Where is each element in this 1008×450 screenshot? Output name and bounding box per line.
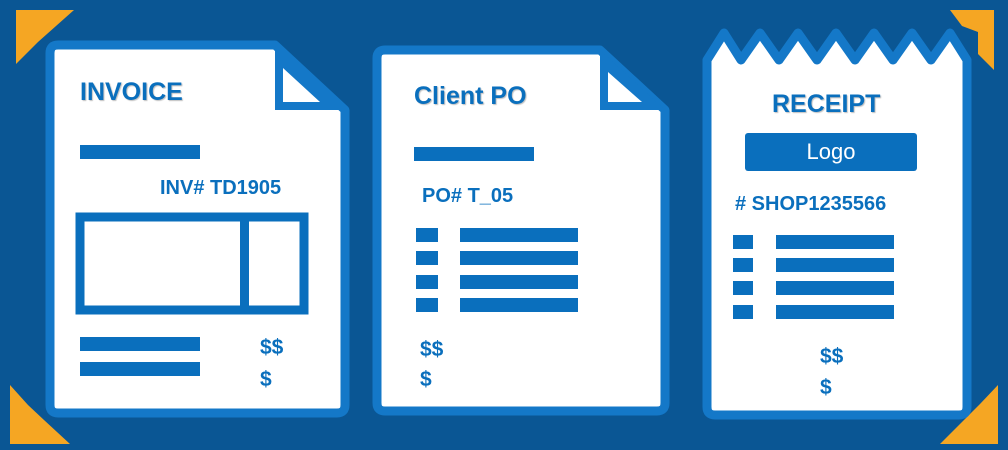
invoice-amount-1: $$ <box>260 336 284 359</box>
receipt-list-line <box>776 258 894 272</box>
invoice-table-divider <box>240 217 249 310</box>
invoice-amount-2: $ <box>260 368 272 391</box>
client-po-list-bullet <box>416 275 438 289</box>
invoice-footer-line-1 <box>80 337 200 351</box>
client-po-list-line <box>460 251 578 265</box>
receipt-list-bullet <box>733 305 753 319</box>
receipt-title: RECEIPT <box>772 90 881 118</box>
client-po-list-line <box>460 298 578 312</box>
receipt-list-bullet <box>733 258 753 272</box>
receipt-logo-label: Logo <box>806 139 856 164</box>
client-po-list-bullet <box>416 228 438 242</box>
receipt-list-line <box>776 305 894 319</box>
client-po-amount-1: $$ <box>420 338 444 361</box>
receipt-list-bullet <box>733 281 753 295</box>
invoice-footer-line-2 <box>80 362 200 376</box>
receipt-list-line <box>776 235 894 249</box>
client-po-list-line <box>460 275 578 289</box>
client-po-title: Client PO <box>414 82 527 110</box>
receipt-list-line <box>776 281 894 295</box>
receipt-list-bullet <box>733 235 753 249</box>
client-po-list-line <box>460 228 578 242</box>
receipt-amount-1: $$ <box>820 345 844 368</box>
invoice-table-frame <box>75 212 309 315</box>
receipt-amount-2: $ <box>820 376 832 399</box>
client-po-amount-2: $ <box>420 368 432 391</box>
invoice-header-bar <box>80 145 200 159</box>
invoice-number: INV# TD1905 <box>160 177 282 199</box>
invoice-title: INVOICE <box>80 78 183 106</box>
document-illustration <box>10 10 998 444</box>
client-po-list-bullet <box>416 251 438 265</box>
illustration-canvas: INVOICE INV# TD1905 $$ $ Client PO PO# T… <box>0 0 1008 450</box>
client-po-list-bullet <box>416 298 438 312</box>
client-po-header-bar <box>414 147 534 161</box>
client-po-number: PO# T_05 <box>422 185 514 207</box>
receipt-number: # SHOP1235566 <box>735 193 887 215</box>
